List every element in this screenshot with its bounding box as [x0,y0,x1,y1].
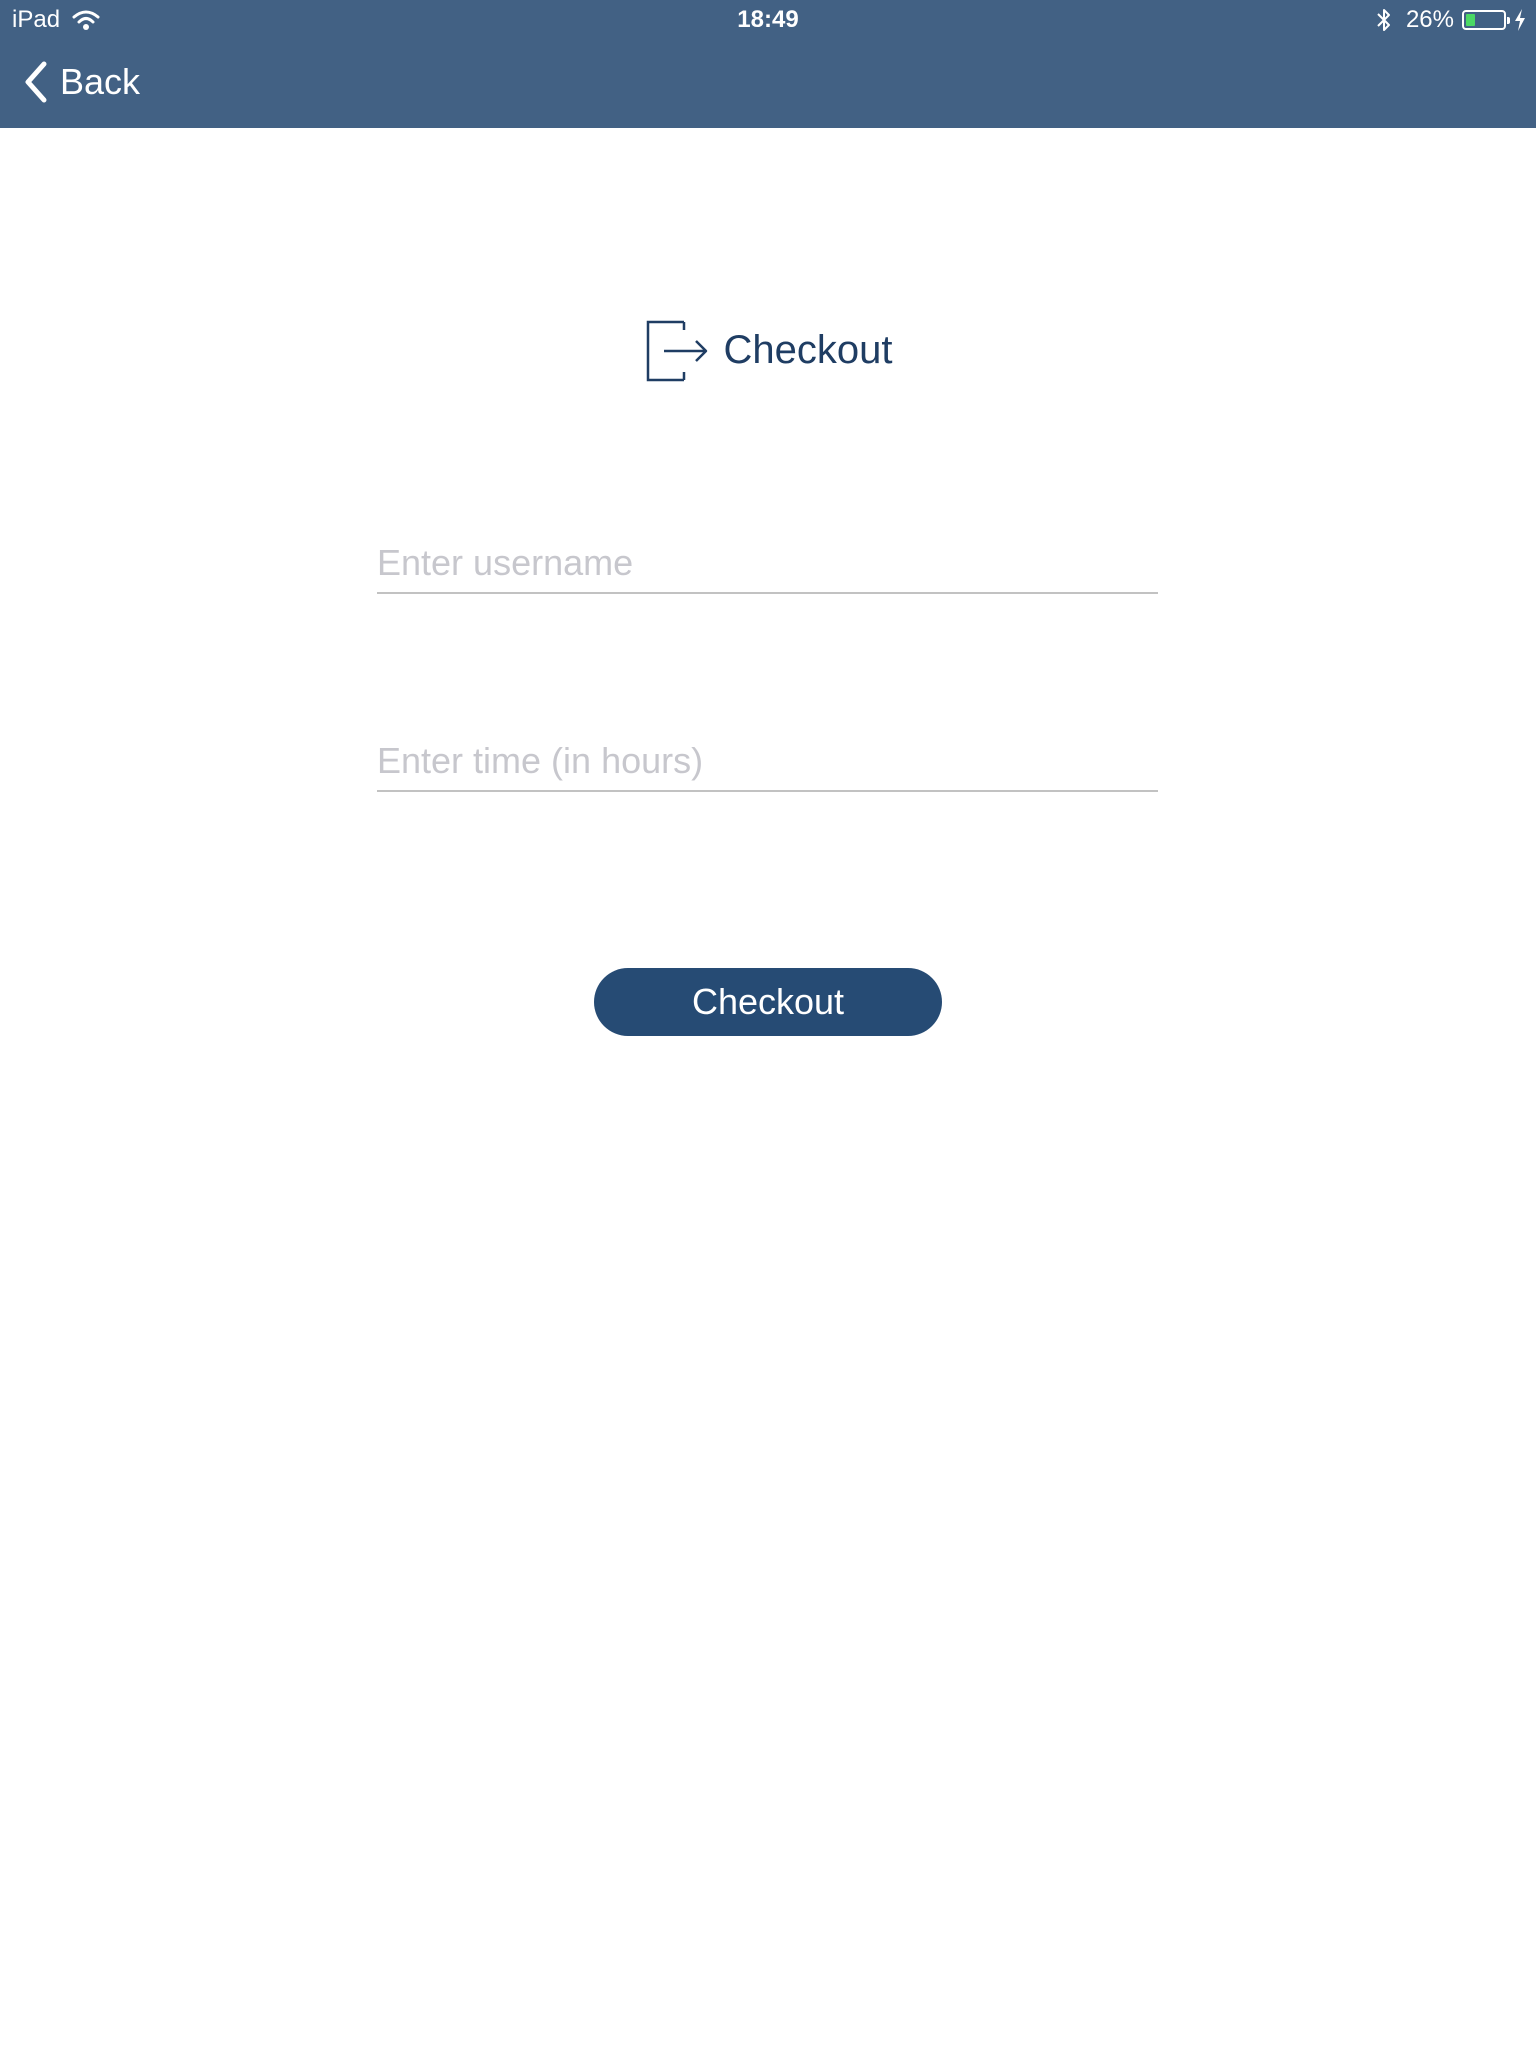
charging-icon [1515,9,1525,31]
username-input[interactable] [377,542,1158,592]
battery-percent: 26% [1405,6,1454,33]
chevron-left-icon [25,61,47,103]
status-right: 26% [1374,6,1526,34]
exit-icon [646,320,707,382]
back-button[interactable]: Back [22,60,140,104]
navigation-bar: iPad 18:49 26% Back [0,0,1536,128]
battery-nub [1507,17,1510,24]
page-heading: Checkout [0,318,1536,382]
battery-level [1466,14,1475,26]
back-label: Back [60,61,141,102]
username-field [377,542,1158,594]
status-bar: iPad 18:49 26% [0,0,1536,40]
status-time: 18:49 [737,6,799,33]
checkout-button[interactable]: Checkout [594,968,942,1036]
page-title: Checkout [723,327,893,372]
battery-icon [1462,10,1510,30]
time-hours-input[interactable] [377,740,1158,790]
bluetooth-icon [1377,9,1390,31]
time-field [377,740,1158,792]
checkout-button-label: Checkout [691,981,845,1022]
